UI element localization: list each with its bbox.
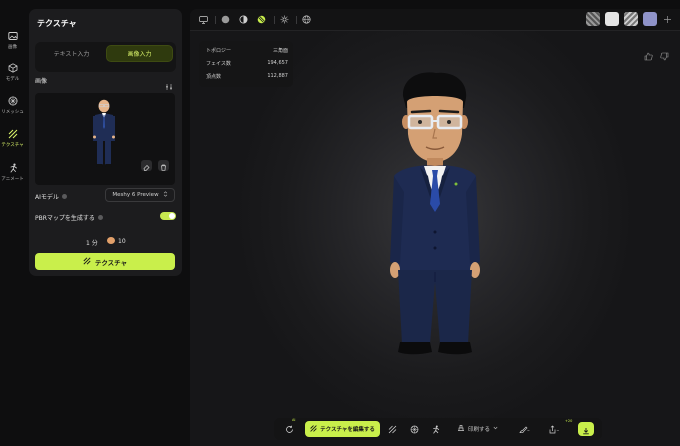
more-icon[interactable] [662,14,673,25]
material-swatch-purple[interactable] [643,12,657,26]
material-swatch-white[interactable] [605,12,619,26]
tab-text-input[interactable]: テキスト入力 [38,45,105,62]
remesh-icon[interactable] [408,423,420,435]
monitor-icon[interactable] [198,14,209,25]
rail-item-label: リメッシュ [1,110,24,115]
image-icon [7,30,19,42]
download-button[interactable] [578,422,594,436]
credit-icon [107,237,115,244]
remesh-icon [7,95,19,107]
animate-icon[interactable] [429,423,441,435]
regenerate-icon[interactable] [283,423,295,435]
material-swatch-checker[interactable] [624,12,638,26]
printer-icon [457,424,465,434]
pbr-row: PBRマップを生成する [35,213,103,222]
stat-row: トポロジー 三角面 [206,47,288,54]
submit-label: テクスチャ [94,258,128,267]
stat-value: 194,657 [267,60,288,66]
rail-item-label: アニメート [1,177,24,182]
pbr-label: PBRマップを生成する [35,215,95,222]
eraser-icon [143,156,150,175]
edit-texture-button[interactable]: テクスチャを編集する [305,421,380,437]
rail-item-texture[interactable]: テクスチャ [0,128,25,148]
rail-item-animate[interactable]: アニメート [0,162,25,182]
rail-item-label: テクスチャ [1,143,24,148]
image-section-label: 画像 [35,78,48,85]
share-dropdown-icon[interactable] [548,423,560,435]
print-button[interactable]: 印刷する [457,424,498,434]
stat-row: 頂点数 112,887 [206,73,288,80]
download-icon [582,420,590,439]
rail-item-remesh[interactable]: リメッシュ [0,95,25,115]
texture-pattern-icon[interactable] [386,423,398,435]
stat-label: フェイス数 [206,61,231,67]
stat-label: トポロジー [206,48,232,54]
print-label: 印刷する [468,427,491,433]
divider [274,16,275,24]
nav-rail: 画像 モデル リメッシュ テクスチャ アニメート [0,0,25,446]
solid-sphere-icon[interactable] [220,14,231,25]
info-icon[interactable] [61,194,67,199]
rail-item-image[interactable]: 画像 [0,30,25,50]
stat-row: フェイス数 194,657 [206,60,288,67]
thumbs-down-icon[interactable] [660,46,669,65]
cube-icon [7,62,19,74]
texture-submit-button[interactable]: テクスチャ [35,253,175,270]
run-icon [7,162,19,174]
input-mode-segment: テキスト入力 画像入力 [35,42,176,72]
ai-model-select[interactable]: Meshy 6 Preview [105,188,175,202]
tab-image-input[interactable]: 画像入力 [106,45,173,62]
divider [215,16,216,24]
texture-icon [7,128,19,140]
chevron-updown-icon [163,191,168,199]
ai-badge: AI [292,418,296,422]
stat-value: 112,887 [267,73,288,79]
image-preview [35,93,175,185]
download-badge: +20 [565,419,573,423]
texture-icon [310,424,317,434]
material-swatch-pattern[interactable] [586,12,600,26]
info-icon[interactable] [97,215,103,220]
pbr-toggle[interactable] [160,212,176,220]
bottom-toolbar: AI テクスチャを編集する 印刷する +20 [274,418,602,440]
texture-icon [83,256,91,267]
light-icon[interactable] [279,14,290,25]
rail-item-label: モデル [5,77,20,82]
ai-model-row: AIモデル [35,192,67,201]
stat-label: 頂点数 [206,74,222,80]
3d-character-model [390,72,480,355]
delete-image-button[interactable] [158,160,169,171]
divider [296,16,297,24]
ai-model-value: Meshy 6 Preview [112,192,159,198]
globe-icon[interactable] [301,14,312,25]
erase-button[interactable] [141,160,152,171]
3d-viewport[interactable]: トポロジー 三角面 フェイス数 194,657 頂点数 112,887 [190,9,680,446]
texture-sphere-icon[interactable] [256,14,267,25]
trash-icon [160,156,167,175]
panel-title: テクスチャ [37,19,77,28]
rail-item-label: 画像 [8,45,17,50]
brush-dropdown-icon[interactable] [518,423,530,435]
thumbs-up-icon[interactable] [644,46,653,65]
model-stats-panel: トポロジー 三角面 フェイス数 194,657 頂点数 112,887 [199,41,293,87]
app-window: 画像 モデル リメッシュ テクスチャ アニメート テクスチャ テキスト入力 画像… [0,0,680,446]
credit-cost: 10 [118,238,126,245]
time-cost: 1 分 [86,240,98,247]
chevron-down-icon [493,426,498,432]
rail-item-model[interactable]: モデル [0,62,25,82]
reference-image-thumbnail [93,97,115,167]
ai-model-label: AIモデル [35,194,59,201]
edit-texture-label: テクスチャを編集する [320,427,375,433]
shaded-sphere-icon[interactable] [238,14,249,25]
viewport-toolbar [190,9,680,31]
stat-value: 三角面 [272,48,288,54]
